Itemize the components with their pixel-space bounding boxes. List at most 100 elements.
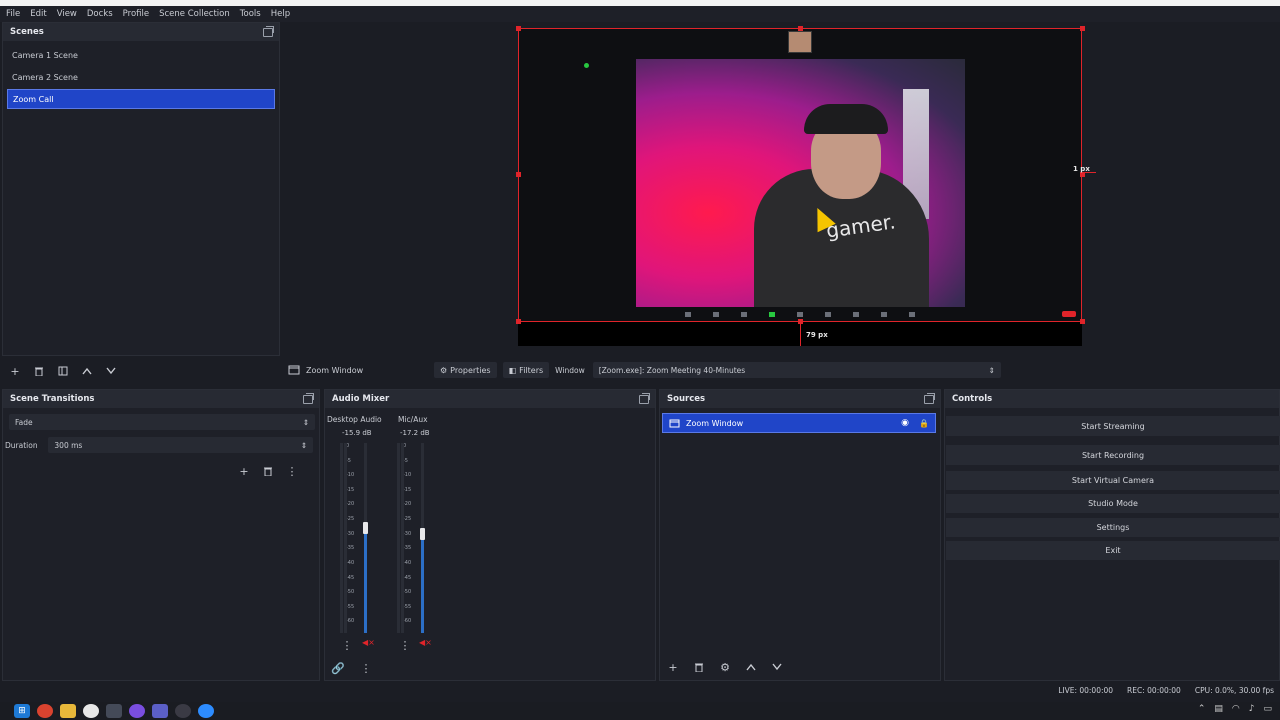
record-icon xyxy=(825,311,831,317)
network-icon[interactable]: ▤ xyxy=(1214,704,1223,714)
mic-aux-mute-icon[interactable]: ◀× xyxy=(419,638,432,647)
remove-transition-button[interactable] xyxy=(259,463,277,479)
chrome-icon[interactable] xyxy=(37,704,53,718)
move-source-down-button[interactable] xyxy=(768,659,786,675)
meter-scale-label: -50 xyxy=(403,589,412,596)
undock-icon[interactable] xyxy=(263,25,274,37)
remove-scene-button[interactable] xyxy=(30,363,48,379)
zoom-toolbar xyxy=(520,308,1080,320)
start-recording-button[interactable]: Start Recording xyxy=(946,445,1280,465)
start-streaming-button[interactable]: Start Streaming xyxy=(946,416,1280,436)
exit-button[interactable]: Exit xyxy=(946,541,1280,560)
resize-handle[interactable] xyxy=(516,172,521,177)
resize-handle[interactable] xyxy=(1080,319,1085,324)
scene-filters-button[interactable] xyxy=(54,363,72,379)
zoom-icon[interactable] xyxy=(198,704,214,718)
menu-view[interactable]: View xyxy=(57,9,77,19)
lock-icon[interactable]: 🔒 xyxy=(919,419,929,428)
meter-scale-label: -45 xyxy=(403,574,412,581)
eye-icon[interactable]: ◉ xyxy=(901,418,909,428)
move-scene-down-button[interactable] xyxy=(102,363,120,379)
mixer-menu-button[interactable]: ⋮ xyxy=(357,660,375,676)
meter-bar xyxy=(397,443,400,633)
menu-help[interactable]: Help xyxy=(271,9,290,19)
obs-icon[interactable] xyxy=(175,704,191,718)
filters-button[interactable]: ◧ Filters xyxy=(502,362,550,378)
scene-item-camera-2[interactable]: Camera 2 Scene xyxy=(7,67,275,87)
meter-scale-label: -15 xyxy=(346,486,355,493)
menu-scene-collection[interactable]: Scene Collection xyxy=(159,9,230,19)
selected-source-name: Zoom Window xyxy=(306,365,364,375)
menu-profile[interactable]: Profile xyxy=(123,9,149,19)
add-scene-button[interactable]: + xyxy=(6,363,24,379)
studio-mode-button[interactable]: Studio Mode xyxy=(946,494,1280,513)
trash-icon xyxy=(264,467,272,476)
settings-button[interactable]: Settings xyxy=(946,518,1280,537)
menu-file[interactable]: File xyxy=(6,9,20,19)
properties-label: Properties xyxy=(450,365,491,375)
messenger-icon[interactable] xyxy=(129,704,145,718)
meter-scale-label: 0 xyxy=(346,443,350,449)
meter-scale-label: -55 xyxy=(403,603,412,610)
resize-handle[interactable] xyxy=(516,26,521,31)
meter-bar xyxy=(344,443,347,633)
volume-fader-knob[interactable] xyxy=(363,522,368,534)
source-item-zoom-window[interactable]: Zoom Window ◉ 🔒 xyxy=(662,413,936,433)
chevron-updown-icon: ⇕ xyxy=(988,365,995,375)
webcam-video: gamer. xyxy=(636,59,965,307)
transition-menu-button[interactable]: ⋮ xyxy=(283,463,301,479)
chevron-up-icon xyxy=(82,367,92,375)
window-select[interactable]: [Zoom.exe]: Zoom Meeting 40-Minutes ⇕ xyxy=(592,362,1001,378)
volume-meter[interactable]: 0 -5 -10 -15 -20 -25 -30 -35 -40 -45 -50 -55 -60 xyxy=(397,443,425,633)
volume-fader-knob[interactable] xyxy=(420,528,425,540)
undock-icon[interactable] xyxy=(639,392,650,404)
transition-type-select[interactable]: Fade ⇕ xyxy=(9,414,315,430)
volume-icon[interactable]: ♪ xyxy=(1249,704,1255,714)
volume-fader-track[interactable] xyxy=(364,443,367,633)
volume-meter[interactable]: 0 -5 -10 -15 -20 -25 -30 -35 -40 -45 -50 -55 -60 xyxy=(340,443,368,633)
chevron-up-icon[interactable]: ⌃ xyxy=(1198,704,1206,714)
duration-label: Duration xyxy=(5,440,38,450)
undock-icon[interactable] xyxy=(924,392,935,404)
add-transition-button[interactable]: + xyxy=(235,463,253,479)
status-bar: LIVE: 00:00:00 REC: 00:00:00 CPU: 0.0%, … xyxy=(0,682,1280,698)
px-label-bottom: 79 px xyxy=(806,331,828,339)
move-scene-up-button[interactable] xyxy=(78,363,96,379)
windows-start-icon[interactable]: ⊞ xyxy=(14,704,30,718)
menu-docks[interactable]: Docks xyxy=(87,9,113,19)
properties-button[interactable]: ⚙ Properties xyxy=(434,362,497,378)
desktop-audio-db: -15.9 dB xyxy=(342,429,372,437)
system-tray: ⌃ ▤ ◠ ♪ ▭ xyxy=(1198,704,1272,714)
mixer-link-button[interactable]: 🔗 xyxy=(329,660,347,676)
scene-item-camera-1[interactable]: Camera 1 Scene xyxy=(7,45,275,65)
scene-item-zoom-call[interactable]: Zoom Call xyxy=(7,89,275,109)
chevron-up-icon xyxy=(746,663,756,671)
resize-handle[interactable] xyxy=(1080,26,1085,31)
meter-scale-label: 0 xyxy=(403,443,407,449)
desktop-audio-mute-icon[interactable]: ◀× xyxy=(362,638,375,647)
meter-scale-label: -55 xyxy=(346,603,355,610)
display-icon[interactable]: ▭ xyxy=(1263,704,1272,714)
start-virtual-camera-button[interactable]: Start Virtual Camera xyxy=(946,471,1280,490)
add-source-button[interactable]: + xyxy=(664,659,682,675)
browser-icon[interactable] xyxy=(83,704,99,718)
move-source-up-button[interactable] xyxy=(742,659,760,675)
menu-tools[interactable]: Tools xyxy=(240,9,261,19)
mic-aux-menu-button[interactable]: ⋮ xyxy=(396,637,414,653)
source-properties-button[interactable]: ⚙ xyxy=(716,659,734,675)
controls-header: Controls xyxy=(945,390,1279,408)
menu-edit[interactable]: Edit xyxy=(30,9,46,19)
apps-icon xyxy=(881,311,887,317)
meter-scale-label: -5 xyxy=(346,457,351,464)
duration-spinbox[interactable]: 300 ms ⇕ xyxy=(48,437,313,453)
wifi-icon[interactable]: ◠ xyxy=(1232,704,1240,714)
remove-source-button[interactable] xyxy=(690,659,708,675)
desktop-audio-menu-button[interactable]: ⋮ xyxy=(338,637,356,653)
undock-icon[interactable] xyxy=(303,392,314,404)
filters-label: Filters xyxy=(519,365,544,375)
app-icon[interactable] xyxy=(106,704,122,718)
windows-taskbar: ⊞ ⌃ ▤ ◠ ♪ ▭ xyxy=(0,702,1280,720)
transitions-header: Scene Transitions xyxy=(3,390,319,408)
teams-icon[interactable] xyxy=(152,704,168,718)
file-explorer-icon[interactable] xyxy=(60,704,76,718)
